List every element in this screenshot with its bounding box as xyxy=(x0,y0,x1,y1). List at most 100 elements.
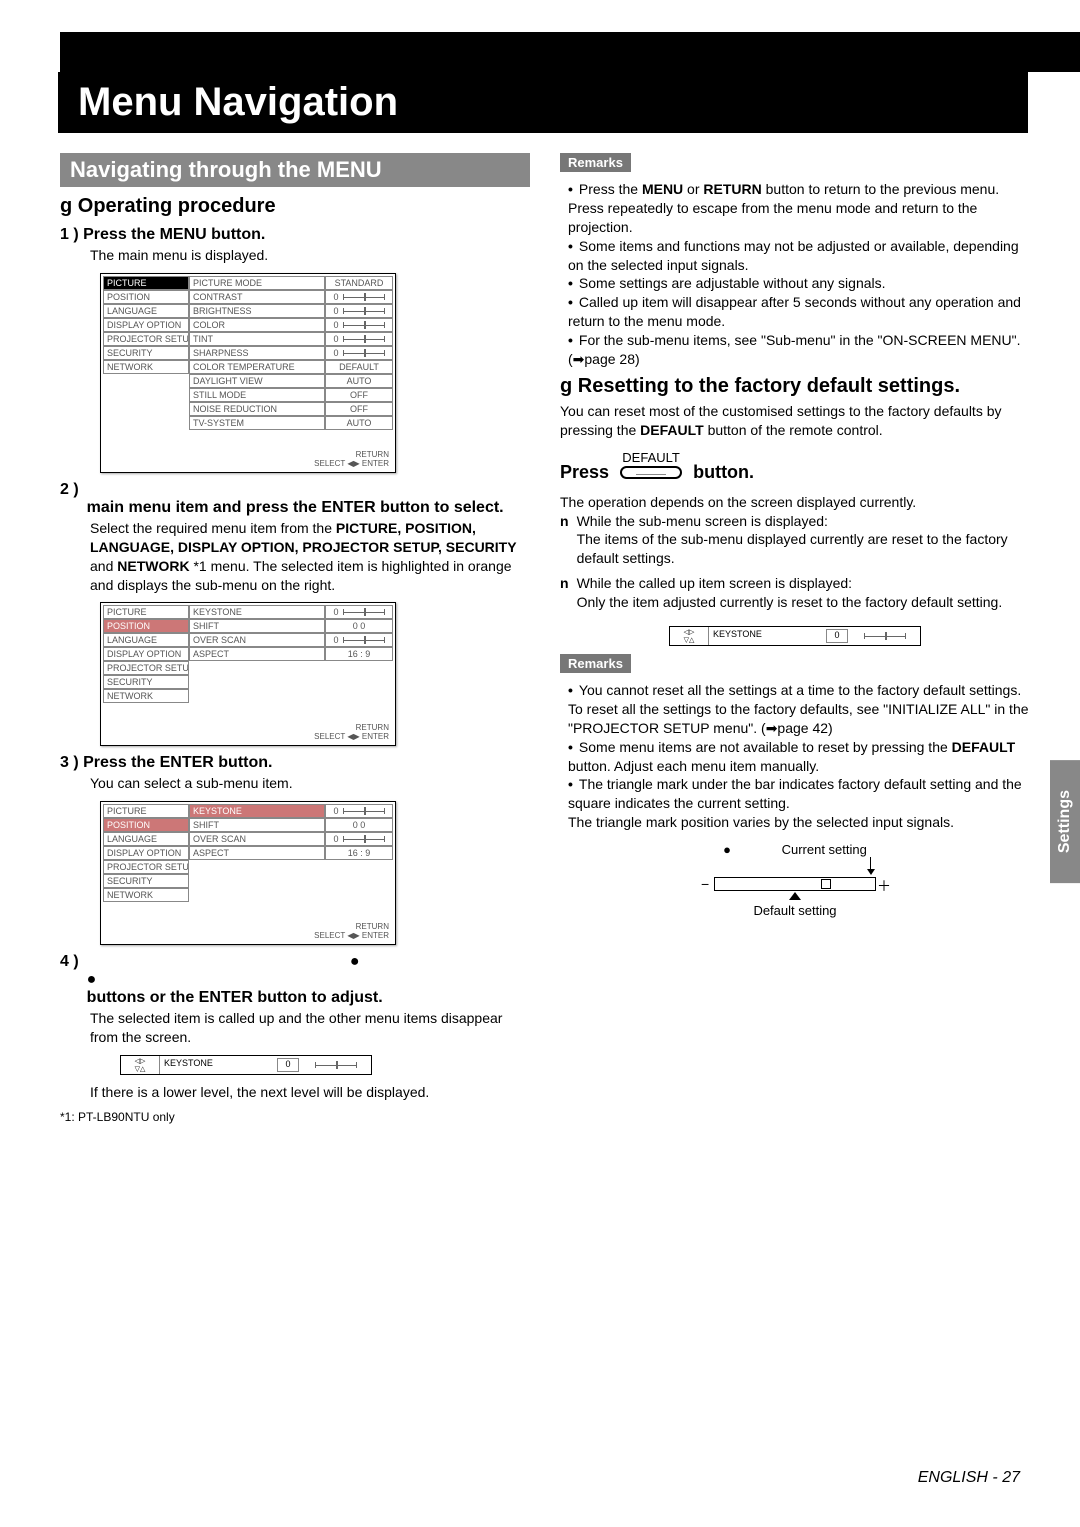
step4-body: The selected item is called up and the o… xyxy=(90,1009,530,1047)
menu-row-label: SHARPNESS xyxy=(189,346,325,360)
reset-keystone-strip: ◁▷▽△ KEYSTONE 0 xyxy=(669,626,921,646)
menu-left-item: DISPLAY OPTION xyxy=(103,318,189,332)
menu-left-item: PROJECTOR SETUP xyxy=(103,860,189,874)
menu-row-label: STILL MODE xyxy=(189,388,325,402)
menu-left-item: SECURITY xyxy=(103,675,189,689)
remark-item: You cannot reset all the settings at a t… xyxy=(568,681,1030,738)
remark-item: Some items and functions may not be adju… xyxy=(568,237,1030,275)
menu-row-value: 0 xyxy=(325,304,393,318)
remarks-list-2: You cannot reset all the settings at a t… xyxy=(560,681,1030,832)
menu-row-value: 0 xyxy=(325,346,393,360)
remark-item: Called up item will disappear after 5 se… xyxy=(568,293,1030,331)
page-footer: ENGLISH - 27 xyxy=(918,1469,1020,1487)
menu-left-item: PROJECTOR SETUP xyxy=(103,661,189,675)
menu-row-value: DEFAULT xyxy=(325,360,393,374)
remark-item: The triangle mark under the bar indicate… xyxy=(568,775,1030,832)
step1-body: The main menu is displayed. xyxy=(90,246,530,265)
menu-left-item: PICTURE xyxy=(103,804,189,818)
remark-item: Some settings are adjustable without any… xyxy=(568,274,1030,293)
menu-row-value: 0 0 xyxy=(325,619,393,633)
menu-row-label: DAYLIGHT VIEW xyxy=(189,374,325,388)
menu-row-value: 0 0 xyxy=(325,818,393,832)
menu-row-label: ASPECT xyxy=(189,647,325,661)
menu-left-item: LANGUAGE xyxy=(103,304,189,318)
remarks-list-1: Press the MENU or RETURN button to retur… xyxy=(560,180,1030,369)
menu-row-label: COLOR xyxy=(189,318,325,332)
step3-body: You can select a sub-menu item. xyxy=(90,774,530,793)
side-tab-settings: Settings xyxy=(1050,760,1080,883)
menu-row-value: 0 xyxy=(325,605,393,619)
remarks-label-1: Remarks xyxy=(560,153,631,172)
menu-row-value: AUTO xyxy=(325,416,393,430)
menu-row-label: COLOR TEMPERATURE xyxy=(189,360,325,374)
menu-row-value: 0 xyxy=(325,332,393,346)
menu-row-value: 0 xyxy=(325,832,393,846)
page-title: Menu Navigation xyxy=(58,72,1028,133)
reset-body: You can reset most of the customised set… xyxy=(560,402,1030,440)
menu-left-item: SECURITY xyxy=(103,346,189,360)
menu-row-value: 16 : 9 xyxy=(325,846,393,860)
step2-menu: PICTURE POSITION LANGUAGE DISPLAY OPTION… xyxy=(100,602,396,746)
menu-left-item: DISPLAY OPTION xyxy=(103,846,189,860)
menu-left-item: NETWORK xyxy=(103,360,189,374)
remarks-label-2: Remarks xyxy=(560,654,631,673)
menu-row-label: OVER SCAN xyxy=(189,633,325,647)
menu-left-item: POSITION xyxy=(103,818,189,832)
menu-left-item: PROJECTOR SETUP xyxy=(103,332,189,346)
menu-row-value: OFF xyxy=(325,402,393,416)
menu-row-label: NOISE REDUCTION xyxy=(189,402,325,416)
menu-left-item: POSITION xyxy=(103,619,189,633)
menu-row-label: SHIFT xyxy=(189,818,325,832)
remark-item: Press the MENU or RETURN button to retur… xyxy=(568,180,1030,237)
menu-row-value: STANDARD xyxy=(325,276,393,290)
menu-row-label: CONTRAST xyxy=(189,290,325,304)
step4-body2: If there is a lower level, the next leve… xyxy=(90,1083,530,1102)
menu-row-label: KEYSTONE xyxy=(189,804,325,818)
step3-heading: 3 ) Press the ENTER button. xyxy=(60,754,530,772)
menu-row-value: AUTO xyxy=(325,374,393,388)
menu-left-item: NETWORK xyxy=(103,689,189,703)
menu-row-value: 0 xyxy=(325,290,393,304)
menu-row-label: BRIGHTNESS xyxy=(189,304,325,318)
step1-menu: PICTURE POSITION LANGUAGE DISPLAY OPTION… xyxy=(100,273,396,473)
step4-keystone-strip: ◁▷▽△ KEYSTONE 0 xyxy=(120,1055,372,1075)
n-list-item: nWhile the called up item screen is disp… xyxy=(560,574,1030,612)
remark-item: Some menu items are not available to res… xyxy=(568,738,1030,776)
menu-row-label: KEYSTONE xyxy=(189,605,325,619)
menu-row-label: ASPECT xyxy=(189,846,325,860)
press-default-line: Press DEFAULT button. xyxy=(560,462,1030,483)
remark-item: For the sub-menu items, see "Sub-menu" i… xyxy=(568,331,1030,369)
menu-row-label: TV-SYSTEM xyxy=(189,416,325,430)
step3-menu: PICTURE POSITION LANGUAGE DISPLAY OPTION… xyxy=(100,801,396,945)
operating-procedure-heading: g Operating procedure xyxy=(60,195,530,218)
setting-diagram: ● Current setting − ＋ Default setting xyxy=(560,842,1030,918)
menu-row-label: PICTURE MODE xyxy=(189,276,325,290)
menu-left-item: DISPLAY OPTION xyxy=(103,647,189,661)
menu-left-item: POSITION xyxy=(103,290,189,304)
reset-after: The operation depends on the screen disp… xyxy=(560,493,1030,512)
menu-left-item: LANGUAGE xyxy=(103,832,189,846)
step4-heading: 4 ) ● ● buttons or the ENTER button to a… xyxy=(60,953,530,1007)
menu-row-value: 0 xyxy=(325,804,393,818)
menu-left-item: LANGUAGE xyxy=(103,633,189,647)
menu-row-label: OVER SCAN xyxy=(189,832,325,846)
section-heading: Navigating through the MENU xyxy=(60,153,530,187)
footnote: *1: PT-LB90NTU only xyxy=(60,1110,530,1124)
n-list: nWhile the sub-menu screen is displayed:… xyxy=(560,512,1030,612)
step2-heading: 2 ) main menu item and press the ENTER b… xyxy=(60,481,530,517)
n-list-item: nWhile the sub-menu screen is displayed:… xyxy=(560,512,1030,569)
step1-heading: 1 ) Press the MENU button. xyxy=(60,226,530,244)
menu-left-item: PICTURE xyxy=(103,276,189,290)
menu-left-item: SECURITY xyxy=(103,874,189,888)
menu-row-value: OFF xyxy=(325,388,393,402)
menu-row-value: 0 xyxy=(325,318,393,332)
reset-heading: g Resetting to the factory default setti… xyxy=(560,375,1030,398)
step2-body: Select the required menu item from the P… xyxy=(90,519,530,595)
menu-left-item: PICTURE xyxy=(103,605,189,619)
menu-row-value: 0 xyxy=(325,633,393,647)
menu-row-value: 16 : 9 xyxy=(325,647,393,661)
menu-row-label: SHIFT xyxy=(189,619,325,633)
menu-left-item: NETWORK xyxy=(103,888,189,902)
menu-row-label: TINT xyxy=(189,332,325,346)
default-button-graphic: DEFAULT xyxy=(620,466,682,479)
